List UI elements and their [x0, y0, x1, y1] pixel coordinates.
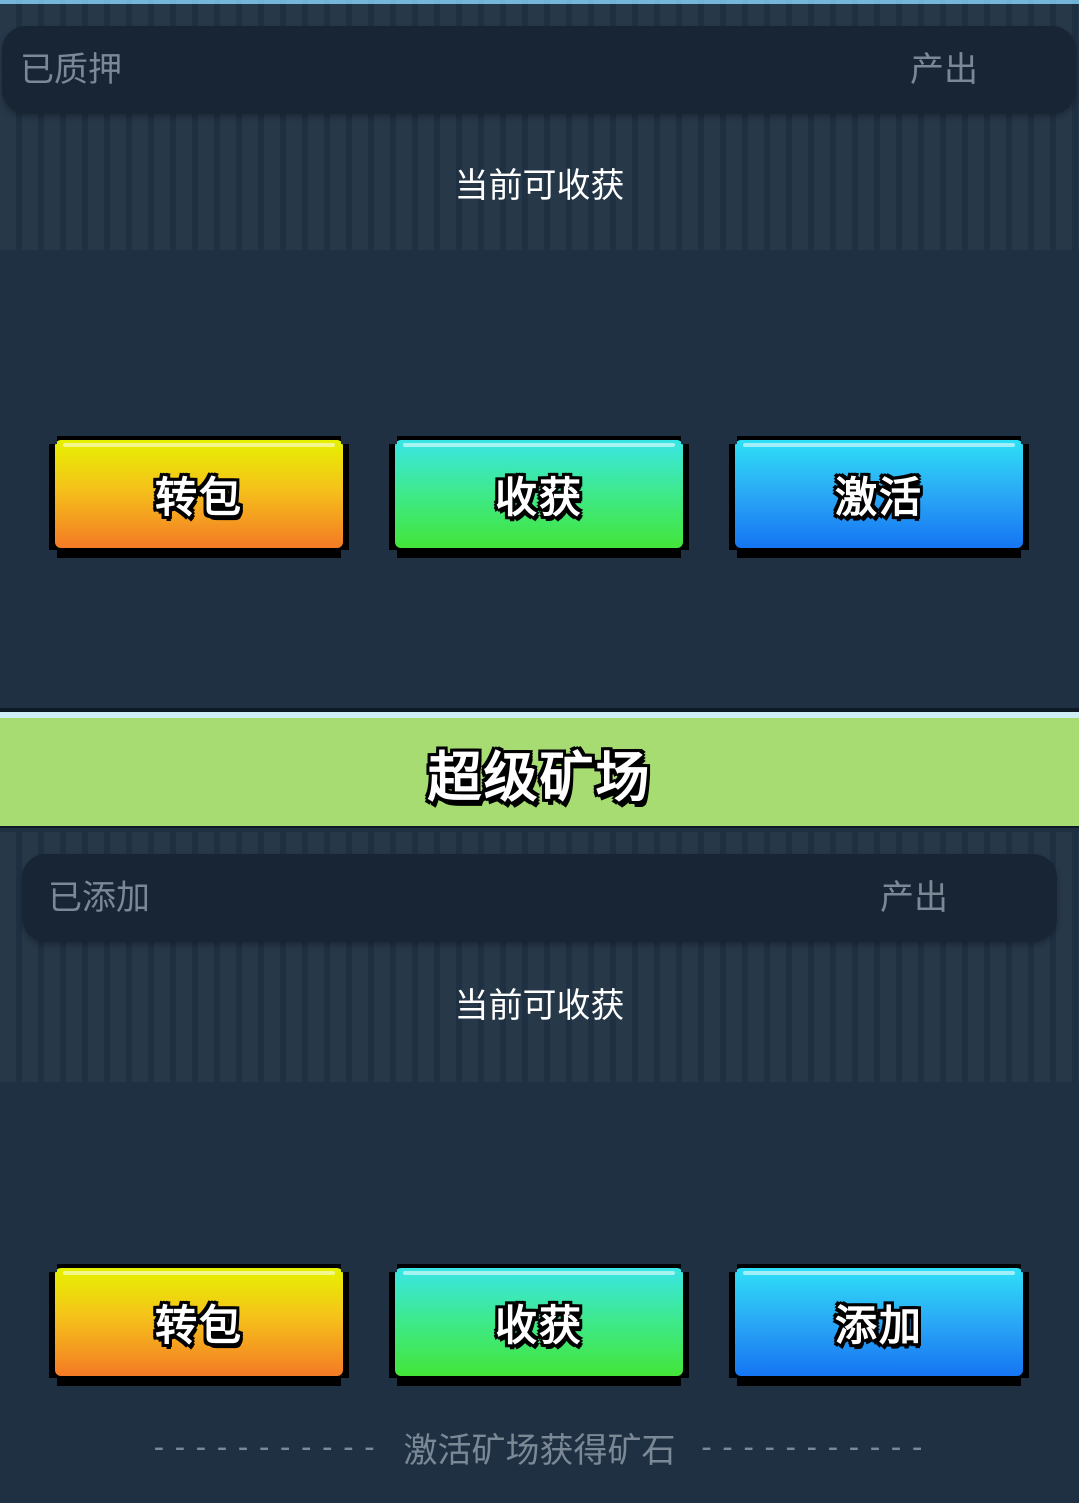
added-info-card: 已添加 产出: [22, 854, 1057, 942]
harvest-button[interactable]: 收获: [389, 1264, 689, 1386]
harvestable-label: 当前可收获: [454, 166, 625, 206]
activate-button[interactable]: 激活: [729, 436, 1029, 558]
activate-button-label: 激活: [834, 472, 923, 522]
transfer-button[interactable]: 转包: [49, 1264, 349, 1386]
footer-note-text: 激活矿场获得矿石: [403, 1430, 676, 1471]
footer-dashes-right: -----------: [697, 1429, 930, 1465]
output-label: 产出: [880, 878, 948, 918]
transfer-button[interactable]: 转包: [49, 436, 349, 558]
staked-label: 已质押: [20, 50, 122, 90]
harvestable-label: 当前可收获: [454, 986, 625, 1026]
transfer-button-label: 转包: [154, 1300, 243, 1350]
harvest-button-label: 收获: [494, 1300, 583, 1350]
staked-info-card: 已质押 产出: [2, 26, 1076, 114]
footer-dashes-left: -----------: [149, 1429, 382, 1465]
super-mine-title: 超级矿场: [427, 745, 652, 809]
transfer-button-label: 转包: [154, 472, 243, 522]
harvest-button-label: 收获: [494, 472, 583, 522]
mining-page: 已质押 产出 当前可收获 转包 收获 激活 超级矿场 已添加 产出 当前可收获 …: [0, 0, 1079, 1503]
output-label: 产出: [910, 50, 978, 90]
super-mine-banner: 超级矿场: [0, 712, 1079, 828]
added-label: 已添加: [48, 878, 150, 918]
add-button[interactable]: 添加: [729, 1264, 1029, 1386]
harvest-button[interactable]: 收获: [389, 436, 689, 558]
add-button-label: 添加: [834, 1300, 923, 1350]
footer-note: ----------- 激活矿场获得矿石 -----------: [0, 1424, 1079, 1471]
